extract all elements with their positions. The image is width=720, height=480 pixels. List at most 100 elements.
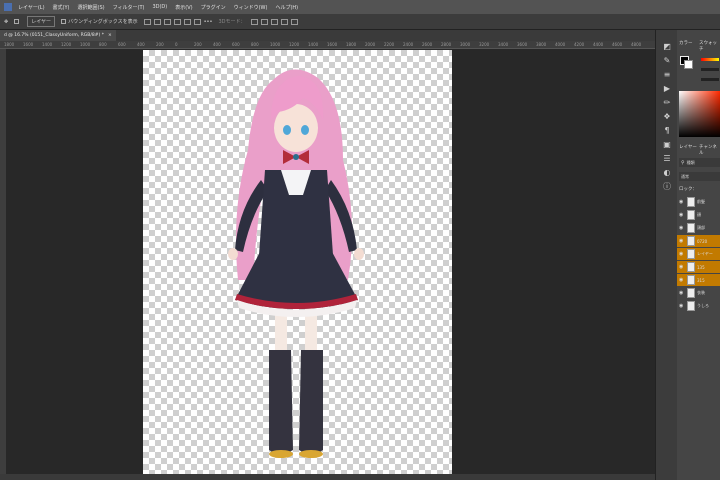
visibility-eye-icon[interactable]: ◉ — [679, 225, 685, 231]
align-middle-icon[interactable] — [183, 18, 191, 25]
character-illustration — [228, 69, 364, 458]
actions-icon[interactable]: ▶ — [662, 84, 672, 94]
menu-layer[interactable]: レイヤー(L) — [18, 4, 45, 11]
layer-row[interactable]: ◉ 315 — [677, 274, 720, 286]
blue-slider[interactable] — [701, 78, 719, 81]
align-center-icon[interactable] — [153, 18, 161, 25]
move-tool-icon[interactable]: ✥ — [4, 19, 8, 25]
ruler-tick-label: 2200 — [384, 42, 395, 47]
ruler-tick-label: 3200 — [479, 42, 490, 47]
layer-thumbnail — [687, 301, 695, 311]
align-bottom-icon[interactable] — [193, 18, 201, 25]
color-spectrum-field[interactable] — [679, 91, 720, 137]
3d-scale-icon[interactable] — [291, 18, 299, 25]
ruler-tick-label: 400 — [213, 42, 221, 47]
more-options-icon[interactable]: ••• — [204, 19, 213, 25]
3d-roll-icon[interactable] — [261, 18, 269, 25]
document-tab-bar: d @ 16.7% (0151_ClassyUniform, RGB/8#) *… — [0, 30, 655, 41]
layer-name: 135 — [697, 264, 705, 270]
lock-label: ロック： — [679, 187, 697, 192]
layer-row[interactable]: ◉ レイヤー — [677, 248, 720, 260]
visibility-eye-icon[interactable]: ◉ — [679, 303, 685, 309]
layer-name: レイヤー — [697, 251, 713, 256]
ruler-tick-label: 4400 — [593, 42, 604, 47]
ruler-tick-label: 3000 — [460, 42, 471, 47]
brush-settings-icon[interactable]: ✎ — [662, 56, 672, 66]
visibility-eye-icon[interactable]: ◉ — [679, 199, 685, 205]
app-logo-icon — [4, 3, 12, 11]
visibility-eye-icon[interactable]: ◉ — [679, 277, 685, 283]
menu-3d[interactable]: 3D(D) — [152, 4, 167, 10]
layer-row[interactable]: ◉ 顔 — [677, 209, 720, 221]
align-left-icon[interactable] — [143, 18, 151, 25]
horizontal-ruler: 1800 1600 1400 1200 1000 800 600 400 200 0 200 400 6… — [0, 41, 655, 49]
visibility-eye-icon[interactable]: ◉ — [679, 251, 685, 257]
layer-select-dropdown[interactable]: レイヤー — [27, 16, 56, 27]
layer-row[interactable]: ◉ 衣装 — [677, 287, 720, 299]
document-tab[interactable]: d @ 16.7% (0151_ClassyUniform, RGB/8#) *… — [0, 30, 116, 41]
styles-icon[interactable]: ◐ — [662, 168, 672, 178]
menu-type[interactable]: 書式(Y) — [53, 4, 70, 11]
tab-layers[interactable]: レイヤー — [679, 144, 697, 150]
layer-filter-label: 種類 — [686, 159, 695, 165]
layer-name: 0720 — [697, 238, 708, 244]
layer-row[interactable]: ◉ 頭部 — [677, 222, 720, 234]
layer-filter[interactable]: ⚲ 種類 — [679, 158, 720, 167]
layer-name: 315 — [697, 277, 705, 283]
info-circle-icon[interactable]: ⓘ — [662, 182, 672, 192]
visibility-eye-icon[interactable]: ◉ — [679, 290, 685, 296]
menu-window[interactable]: ウィンドウ(W) — [234, 4, 268, 11]
tab-color[interactable]: カラー — [679, 40, 693, 46]
ruler-tick-label: 1400 — [308, 42, 319, 47]
layer-name: 頭部 — [697, 225, 705, 230]
visibility-eye-icon[interactable]: ◉ — [679, 212, 685, 218]
ruler-tick-label: 2600 — [422, 42, 433, 47]
ruler-tick-label: 1800 — [346, 42, 357, 47]
paragraph-icon[interactable]: ¶ — [662, 126, 672, 136]
bounding-box-toggle[interactable]: バウンディングボックスを表示 — [61, 18, 138, 25]
menu-plugins[interactable]: プラグイン — [201, 4, 226, 11]
ruler-tick-label: 1000 — [270, 42, 281, 47]
transparent-canvas[interactable] — [143, 50, 452, 478]
menu-select[interactable]: 選択範囲(S) — [78, 4, 105, 11]
tab-channels[interactable]: チャンネル — [699, 144, 720, 156]
ruler-tick-label: 2000 — [365, 42, 376, 47]
layer-row[interactable]: ◉ 前髪 — [677, 196, 720, 208]
menu-filter[interactable]: フィルター(T) — [113, 4, 145, 11]
brush-icon[interactable]: ✏ — [662, 98, 672, 108]
3d-rotate-icon[interactable] — [251, 18, 259, 25]
auto-select-checkbox[interactable] — [14, 19, 21, 24]
menu-bar: レイヤー(L) 書式(Y) 選択範囲(S) フィルター(T) 3D(D) 表示(… — [0, 0, 720, 14]
history-icon[interactable]: ◩ — [662, 42, 672, 52]
adjustments-icon[interactable]: ☰ — [662, 154, 672, 164]
layer-name: 前髪 — [697, 199, 705, 204]
ruler-tick-label: 4600 — [612, 42, 623, 47]
menu-help[interactable]: ヘルプ(H) — [275, 4, 298, 11]
ruler-tick-label: 1600 — [327, 42, 338, 47]
align-right-icon[interactable] — [163, 18, 171, 25]
menu-view[interactable]: 表示(V) — [175, 4, 192, 11]
layer-row[interactable]: ◉ 135 — [677, 261, 720, 273]
red-slider[interactable] — [701, 58, 719, 61]
background-color-swatch[interactable] — [684, 60, 693, 69]
options-bar: ✥ レイヤー バウンディングボックスを表示 ••• 3Dモード： — [0, 14, 720, 30]
ruler-tick-label: 1200 — [61, 42, 72, 47]
layer-row[interactable]: ◉ 0720 — [677, 235, 720, 247]
tab-swatches[interactable]: スウォッチ — [699, 40, 720, 52]
visibility-eye-icon[interactable]: ◉ — [679, 264, 685, 270]
document-tab-title: d @ 16.7% (0151_ClassyUniform, RGB/8#) * — [4, 33, 104, 38]
properties-icon[interactable]: ≡ — [662, 70, 672, 80]
3d-slide-icon[interactable] — [281, 18, 289, 25]
ruler-tick-label: 2800 — [441, 42, 452, 47]
clone-source-icon[interactable]: ❖ — [662, 112, 672, 122]
blend-mode-dropdown[interactable]: 通常 — [679, 172, 720, 181]
align-top-icon[interactable] — [173, 18, 181, 25]
info-icon[interactable]: ▣ — [662, 140, 672, 150]
3d-pan-icon[interactable] — [271, 18, 279, 25]
layer-row[interactable]: ◉ うしろ — [677, 300, 720, 312]
layer-thumbnail — [687, 288, 695, 298]
close-icon[interactable]: × — [108, 33, 112, 38]
visibility-eye-icon[interactable]: ◉ — [679, 238, 685, 244]
ruler-tick-label: 1800 — [4, 42, 15, 47]
green-slider[interactable] — [701, 68, 719, 71]
